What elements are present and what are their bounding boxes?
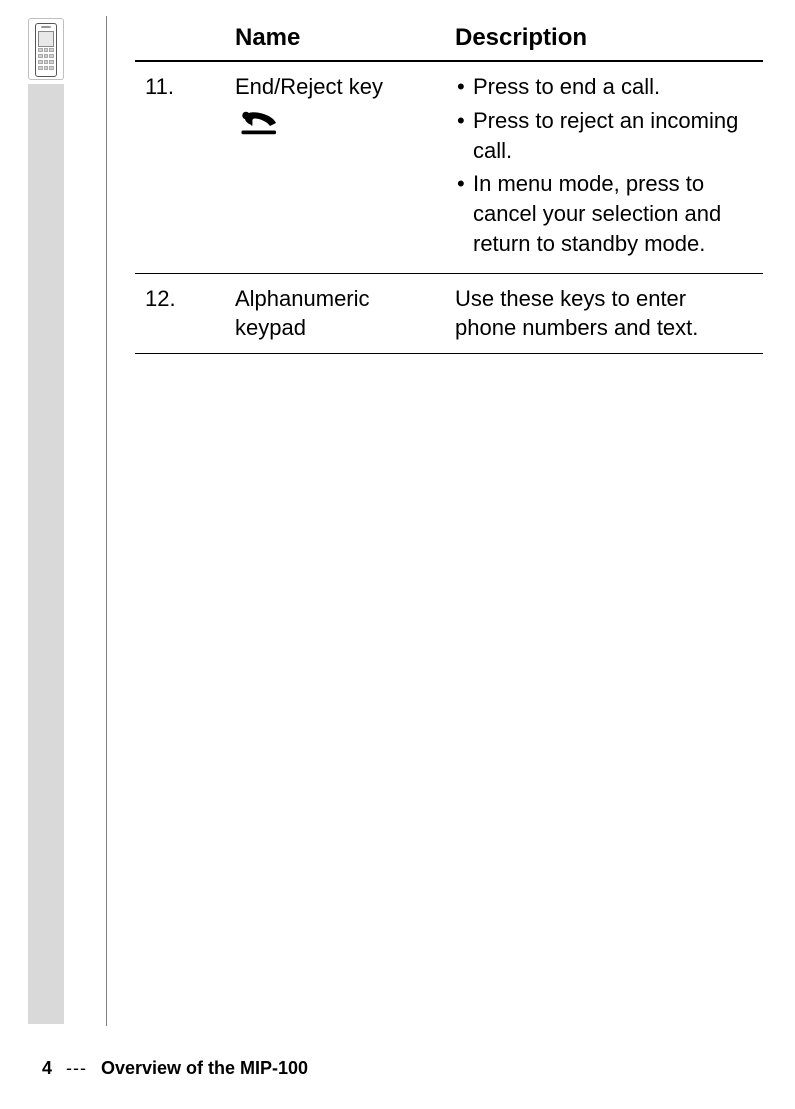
table-header-number <box>135 16 225 61</box>
description-bullet: In menu mode, press to cancel your selec… <box>473 169 753 258</box>
page-number: 4 <box>42 1058 52 1079</box>
side-tab-strip <box>28 84 64 1024</box>
key-name: Alphanumeric keypad <box>235 286 370 341</box>
phone-illustration-icon <box>35 23 57 77</box>
row-name: End/Reject key <box>225 61 445 273</box>
vertical-divider <box>106 16 107 1026</box>
key-definition-table: Name Description 11. End/Reject key <box>135 16 763 354</box>
main-content: Name Description 11. End/Reject key <box>135 16 763 354</box>
row-description: Press to end a call. Press to reject an … <box>445 61 763 273</box>
chapter-tab-icon <box>28 18 64 80</box>
row-number: 12. <box>135 273 225 353</box>
description-text: Use these keys to enter phone numbers an… <box>455 284 753 343</box>
footer-separator: --- <box>66 1058 87 1079</box>
table-row: 11. End/Reject key Pr <box>135 61 763 273</box>
page-footer: 4 --- Overview of the MIP-100 <box>42 1058 742 1079</box>
key-name: End/Reject key <box>235 74 383 99</box>
description-bullet: Press to reject an incoming call. <box>473 106 753 165</box>
table-header-description: Description <box>445 16 763 61</box>
row-number: 11. <box>135 61 225 273</box>
end-reject-key-icon <box>237 108 435 138</box>
table-header-name: Name <box>225 16 445 61</box>
row-name: Alphanumeric keypad <box>225 273 445 353</box>
table-row: 12. Alphanumeric keypad Use these keys t… <box>135 273 763 353</box>
row-description: Use these keys to enter phone numbers an… <box>445 273 763 353</box>
description-bullet: Press to end a call. <box>473 72 753 102</box>
footer-title: Overview of the MIP-100 <box>101 1058 308 1079</box>
document-page: Name Description 11. End/Reject key <box>0 0 795 1109</box>
